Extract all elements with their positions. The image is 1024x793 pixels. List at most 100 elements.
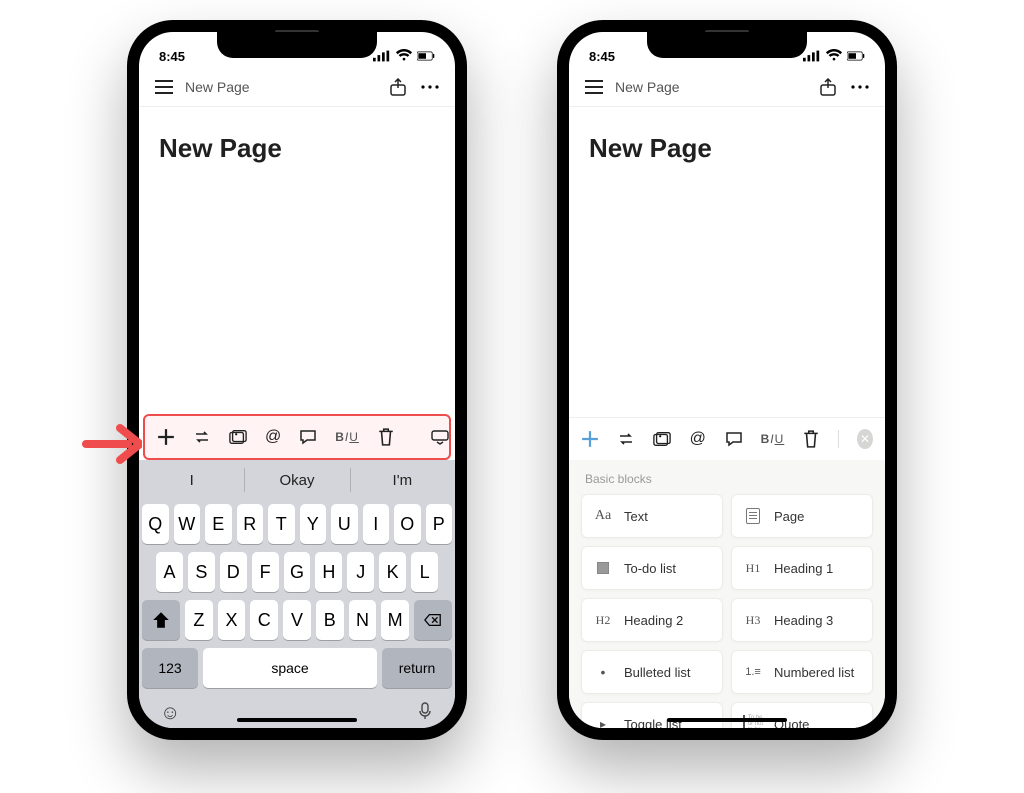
editor-toolbar: @ BIU [143, 414, 451, 460]
add-block-icon[interactable] [157, 426, 175, 448]
status-icons [803, 47, 865, 65]
key-t[interactable]: T [268, 504, 295, 544]
trash-icon[interactable] [802, 428, 820, 450]
add-block-icon[interactable] [581, 428, 599, 450]
key-s[interactable]: S [188, 552, 215, 592]
suggestion-1[interactable]: I [139, 460, 244, 500]
menu-icon[interactable] [153, 76, 175, 98]
home-indicator[interactable] [237, 718, 357, 722]
key-i[interactable]: I [363, 504, 390, 544]
key-f[interactable]: F [252, 552, 279, 592]
key-x[interactable]: X [218, 600, 246, 640]
close-panel-icon[interactable]: ✕ [857, 429, 873, 449]
blocks-panel: Basic blocks AaText Page To-do list H1 Headi… [569, 460, 885, 728]
block-item-toggle-list[interactable]: Toggle list [581, 702, 723, 728]
page-icon [742, 505, 764, 527]
key-b[interactable]: B [316, 600, 344, 640]
key-g[interactable]: G [284, 552, 311, 592]
block-item-heading-1[interactable]: H1 Heading 1 [731, 546, 873, 590]
todo-icon [592, 557, 614, 579]
home-indicator[interactable] [667, 718, 787, 722]
share-icon[interactable] [817, 76, 839, 98]
key-d[interactable]: D [220, 552, 247, 592]
wifi-icon [825, 47, 843, 65]
block-item-quote[interactable]: To beor notto beQuote [731, 702, 873, 728]
delete-key[interactable] [414, 600, 452, 640]
block-item-numbered-list[interactable]: 1.≡Numbered list [731, 650, 873, 694]
block-item-to-do-list[interactable]: To-do list [581, 546, 723, 590]
block-item-bulleted-list[interactable]: Bulleted list [581, 650, 723, 694]
key-m[interactable]: M [381, 600, 409, 640]
turn-into-icon[interactable] [193, 426, 211, 448]
trash-icon[interactable] [377, 426, 395, 448]
mention-icon[interactable]: @ [265, 426, 281, 448]
return-key[interactable]: return [382, 648, 452, 688]
turn-into-icon[interactable] [617, 428, 635, 450]
dismiss-keyboard-icon[interactable] [431, 426, 449, 448]
key-u[interactable]: U [331, 504, 358, 544]
block-item-label: Bulleted list [624, 665, 690, 680]
key-y[interactable]: Y [300, 504, 327, 544]
block-item-text[interactable]: AaText [581, 494, 723, 538]
key-z[interactable]: Z [185, 600, 213, 640]
block-item-label: Text [624, 509, 648, 524]
key-v[interactable]: V [283, 600, 311, 640]
keyboard: QWERTYUIOP ASDFGHJKL ZXCVBNM 123 space r… [139, 500, 455, 728]
key-e[interactable]: E [205, 504, 232, 544]
key-q[interactable]: Q [142, 504, 169, 544]
page-title[interactable]: New Page [159, 133, 435, 164]
dictation-key[interactable] [416, 702, 434, 726]
menu-icon[interactable] [583, 76, 605, 98]
key-p[interactable]: P [426, 504, 453, 544]
image-icon[interactable] [229, 426, 247, 448]
toggle-icon [592, 713, 614, 728]
key-k[interactable]: K [379, 552, 406, 592]
key-h[interactable]: H [315, 552, 342, 592]
editor-toolbar: @ BIU ✕ [569, 417, 885, 460]
more-icon[interactable] [849, 76, 871, 98]
suggestion-3[interactable]: I'm [350, 460, 455, 500]
block-item-heading-2[interactable]: H2 Heading 2 [581, 598, 723, 642]
emoji-key[interactable]: ☺ [160, 702, 180, 726]
key-a[interactable]: A [156, 552, 183, 592]
blocks-section-label: Basic blocks [585, 472, 873, 486]
page-title[interactable]: New Page [589, 133, 865, 164]
key-n[interactable]: N [349, 600, 377, 640]
keyboard-suggestions: I Okay I'm [139, 460, 455, 500]
text-style-icon[interactable]: BIU [761, 432, 785, 446]
battery-icon [847, 47, 865, 65]
h2-icon: H2 [592, 609, 614, 631]
header-title: New Page [615, 79, 807, 95]
key-w[interactable]: W [174, 504, 201, 544]
space-key[interactable]: space [203, 648, 377, 688]
key-l[interactable]: L [411, 552, 438, 592]
mention-icon[interactable]: @ [689, 428, 707, 450]
text-style-icon[interactable]: BIU [335, 430, 359, 444]
key-o[interactable]: O [394, 504, 421, 544]
comment-icon[interactable] [299, 426, 317, 448]
share-icon[interactable] [387, 76, 409, 98]
block-item-label: Heading 1 [774, 561, 833, 576]
key-j[interactable]: J [347, 552, 374, 592]
app-header: New Page [139, 70, 455, 107]
key-r[interactable]: R [237, 504, 264, 544]
bullet-icon [592, 661, 614, 683]
block-item-page[interactable]: Page [731, 494, 873, 538]
comment-icon[interactable] [725, 428, 743, 450]
key-c[interactable]: C [250, 600, 278, 640]
block-item-heading-3[interactable]: H3Heading 3 [731, 598, 873, 642]
block-item-label: Numbered list [774, 665, 854, 680]
h3-icon: H3 [742, 609, 764, 631]
signal-icon [803, 47, 821, 65]
page-content[interactable]: New Page [139, 107, 455, 414]
block-item-label: Page [774, 509, 804, 524]
h1-icon: H1 [742, 557, 764, 579]
shift-key[interactable] [142, 600, 180, 640]
header-title: New Page [185, 79, 377, 95]
image-icon[interactable] [653, 428, 671, 450]
block-item-label: Heading 2 [624, 613, 683, 628]
more-icon[interactable] [419, 76, 441, 98]
suggestion-2[interactable]: Okay [244, 460, 349, 500]
numbers-key[interactable]: 123 [142, 648, 198, 688]
page-content[interactable]: New Page [569, 107, 885, 417]
